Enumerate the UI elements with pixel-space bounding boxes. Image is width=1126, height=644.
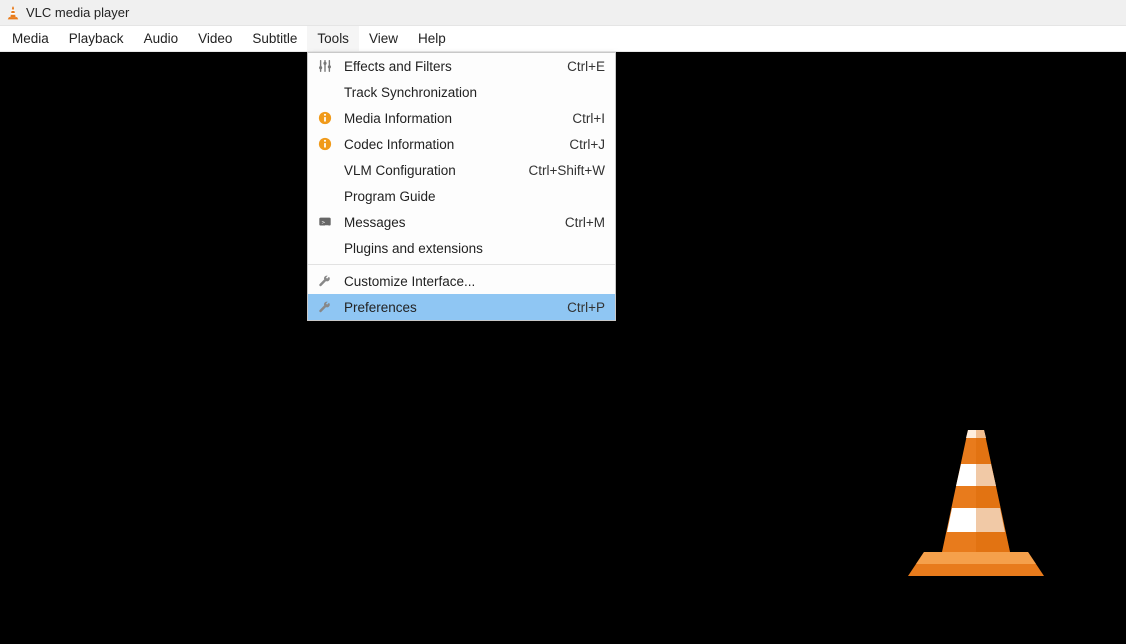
menuitem-track-synchronization[interactable]: Track Synchronization: [308, 79, 615, 105]
wrench-icon: [314, 274, 336, 288]
menu-subtitle[interactable]: Subtitle: [242, 26, 307, 51]
menuitem-plugins-and-extensions[interactable]: Plugins and extensions: [308, 235, 615, 261]
menuitem-label: Effects and Filters: [344, 59, 559, 74]
menuitem-label: Preferences: [344, 300, 559, 315]
window-title: VLC media player: [26, 5, 129, 20]
menuitem-shortcut: Ctrl+P: [567, 300, 605, 315]
menuitem-label: Plugins and extensions: [344, 241, 597, 256]
menuitem-label: Media Information: [344, 111, 564, 126]
messages-icon: >_: [314, 215, 336, 229]
menuitem-label: Codec Information: [344, 137, 561, 152]
menuitem-label: Messages: [344, 215, 557, 230]
menu-media[interactable]: Media: [2, 26, 59, 51]
menuitem-preferences[interactable]: Preferences Ctrl+P: [308, 294, 615, 320]
menu-view[interactable]: View: [359, 26, 408, 51]
menuitem-shortcut: Ctrl+E: [567, 59, 605, 74]
menubar: Media Playback Audio Video Subtitle Tool…: [0, 26, 1126, 52]
menu-help[interactable]: Help: [408, 26, 456, 51]
menu-audio[interactable]: Audio: [134, 26, 189, 51]
menuitem-label: Track Synchronization: [344, 85, 597, 100]
info-icon: [314, 111, 336, 125]
menuitem-customize-interface[interactable]: Customize Interface...: [308, 268, 615, 294]
svg-text:>_: >_: [322, 220, 329, 226]
menu-tools[interactable]: Tools: [307, 26, 359, 51]
menuitem-shortcut: Ctrl+Shift+W: [528, 163, 605, 178]
menu-playback[interactable]: Playback: [59, 26, 134, 51]
menuitem-media-information[interactable]: Media Information Ctrl+I: [308, 105, 615, 131]
info-icon: [314, 137, 336, 151]
menuitem-codec-information[interactable]: Codec Information Ctrl+J: [308, 131, 615, 157]
tools-dropdown: Effects and Filters Ctrl+E Track Synchro…: [307, 52, 616, 321]
wrench-icon: [314, 300, 336, 314]
menuitem-shortcut: Ctrl+I: [572, 111, 605, 126]
menuitem-program-guide[interactable]: Program Guide: [308, 183, 615, 209]
menuitem-label: VLM Configuration: [344, 163, 520, 178]
menu-video[interactable]: Video: [188, 26, 242, 51]
menuitem-vlm-configuration[interactable]: VLM Configuration Ctrl+Shift+W: [308, 157, 615, 183]
menuitem-label: Program Guide: [344, 189, 597, 204]
menuitem-shortcut: Ctrl+J: [569, 137, 605, 152]
menuitem-effects-and-filters[interactable]: Effects and Filters Ctrl+E: [308, 53, 615, 79]
titlebar: VLC media player: [0, 0, 1126, 26]
sliders-icon: [314, 59, 336, 73]
menuitem-messages[interactable]: >_ Messages Ctrl+M: [308, 209, 615, 235]
vlc-cone-logo: [906, 424, 1046, 584]
vlc-cone-icon: [6, 6, 20, 20]
menu-separator: [308, 264, 615, 265]
menuitem-label: Customize Interface...: [344, 274, 597, 289]
menuitem-shortcut: Ctrl+M: [565, 215, 605, 230]
